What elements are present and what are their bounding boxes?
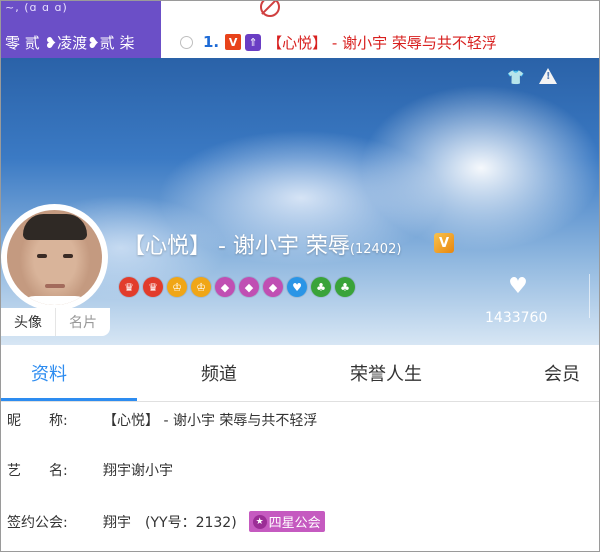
active-tab-indicator bbox=[1, 398, 137, 401]
tab-member[interactable]: 会员 bbox=[544, 345, 580, 401]
avatar-tab[interactable]: 头像 bbox=[1, 308, 55, 336]
profile-banner: 👕 头像 名片 【心悦】 - 谢小宇 荣辱(12402) V ♛♛♔♔◆◆◆♥♣… bbox=[1, 58, 599, 345]
list-index: 1. bbox=[203, 33, 220, 51]
artist-name-row: 艺 名: 翔宇谢小宇 bbox=[7, 460, 173, 480]
status-text: ~, (ɑ ɑ ɑ) bbox=[5, 1, 68, 14]
shirt-icon[interactable]: 👕 bbox=[507, 70, 524, 86]
profile-tabs: 资料 频道 荣誉人生 会员 bbox=[1, 345, 599, 402]
medal-badge-icon[interactable]: ◆ bbox=[215, 277, 235, 297]
medal-badge-icon[interactable]: ♛ bbox=[119, 277, 139, 297]
divider bbox=[589, 274, 590, 318]
rank-arrow-icon: ⇑ bbox=[245, 33, 262, 51]
guild-row: 签约公会: 翔宇 (YY号：2132) ★ 四星公会 bbox=[7, 511, 325, 532]
medal-badge-icon[interactable]: ♔ bbox=[167, 277, 187, 297]
artist-name-value: 翔宇谢小宇 bbox=[103, 463, 173, 479]
guild-label: 签约公会: bbox=[7, 514, 68, 531]
guild-rank-label: 四星公会 bbox=[268, 516, 321, 531]
avatar[interactable] bbox=[1, 204, 108, 311]
medal-badge-icon[interactable]: ♥ bbox=[287, 277, 307, 297]
vip-badge-icon: V bbox=[225, 34, 242, 50]
medal-badge-icon[interactable]: ◆ bbox=[263, 277, 283, 297]
medal-badges: ♛ ♛ ♔ ♔ ◆ ◆ ◆ ♥ ♣ ♣ bbox=[119, 277, 355, 299]
user-id: (12402) bbox=[349, 242, 402, 257]
tab-channel[interactable]: 频道 bbox=[201, 345, 237, 401]
like-count: 1433760 bbox=[485, 310, 548, 326]
artist-name-label: 艺 名: bbox=[7, 463, 68, 479]
avatar-tabs: 头像 名片 bbox=[1, 308, 110, 336]
avatar-photo bbox=[7, 210, 102, 305]
blocked-icon bbox=[260, 1, 280, 17]
profile-window: ~, (ɑ ɑ ɑ) 零 贰 ❥凌渡❥贰 柒 1. V ⇑ 【心悦】 - 谢小宇… bbox=[0, 0, 600, 552]
verified-v-icon: V bbox=[434, 233, 454, 253]
card-tab[interactable]: 名片 bbox=[55, 308, 110, 336]
profile-name: 【心悦】 - 谢小宇 荣辱(12402) bbox=[123, 228, 401, 260]
guild-rank-badge: ★ 四星公会 bbox=[248, 511, 325, 532]
tab-honor[interactable]: 荣誉人生 bbox=[350, 345, 422, 401]
user-panel[interactable]: ~, (ɑ ɑ ɑ) 零 贰 ❥凌渡❥贰 柒 bbox=[1, 1, 161, 58]
heart-icon[interactable]: ♥ bbox=[506, 276, 530, 298]
list-item-name[interactable]: 【心悦】 - 谢小宇 荣辱与共不轻浮 bbox=[267, 32, 497, 53]
tab-profile[interactable]: 资料 bbox=[31, 345, 67, 401]
nickname-value: 【心悦】 - 谢小宇 荣辱与共不轻浮 bbox=[103, 413, 318, 429]
nickname-label: 昵 称: bbox=[7, 413, 68, 429]
medal-badge-icon[interactable]: ◆ bbox=[239, 277, 259, 297]
display-name: 【心悦】 - 谢小宇 荣辱 bbox=[123, 234, 350, 259]
user-nickname[interactable]: 零 贰 ❥凌渡❥贰 柒 bbox=[5, 32, 134, 53]
medal-badge-icon[interactable]: ♔ bbox=[191, 277, 211, 297]
report-icon[interactable] bbox=[539, 68, 557, 84]
medal-badge-icon[interactable]: ♣ bbox=[335, 277, 355, 297]
list-item[interactable]: 1. V ⇑ 【心悦】 - 谢小宇 荣辱与共不轻浮 bbox=[163, 29, 599, 55]
medal-badge-icon[interactable]: ♛ bbox=[143, 277, 163, 297]
top-strip: ~, (ɑ ɑ ɑ) 零 贰 ❥凌渡❥贰 柒 1. V ⇑ 【心悦】 - 谢小宇… bbox=[1, 1, 599, 58]
star-icon: ★ bbox=[252, 514, 267, 529]
guild-value[interactable]: 翔宇 (YY号：2132) bbox=[103, 512, 237, 532]
nickname-row: 昵 称: 【心悦】 - 谢小宇 荣辱与共不轻浮 bbox=[7, 410, 317, 430]
medal-badge-icon[interactable]: ♣ bbox=[311, 277, 331, 297]
previous-list-item bbox=[163, 1, 599, 20]
radio-button[interactable] bbox=[180, 35, 193, 49]
